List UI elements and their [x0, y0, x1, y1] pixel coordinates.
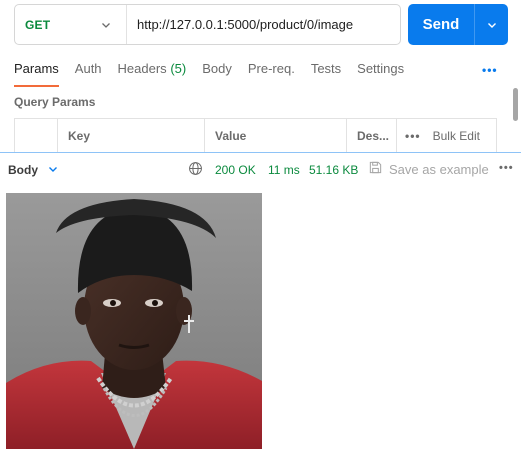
response-time[interactable]: 11 ms [268, 163, 300, 177]
chevron-down-icon[interactable] [47, 163, 59, 175]
value-column-header: Value [205, 119, 347, 152]
bulk-edit-header: ••• Bulk Edit [397, 119, 496, 152]
request-tabs: Params Auth Headers (5) Body Pre-req. Te… [14, 54, 420, 87]
response-image [6, 193, 262, 449]
key-column-header: Key [58, 119, 205, 152]
tab-label: Pre-req. [247, 61, 295, 76]
column-options-button[interactable]: ••• [405, 129, 421, 143]
response-body-select[interactable]: Body [8, 163, 38, 177]
tab-tests[interactable]: Tests [311, 54, 341, 87]
globe-icon[interactable] [188, 161, 203, 176]
tab-settings[interactable]: Settings [357, 54, 404, 87]
select-all-column [15, 119, 58, 152]
bulk-edit-button[interactable]: Bulk Edit [433, 129, 480, 143]
chevron-down-icon [100, 19, 112, 31]
send-button[interactable]: Send [408, 4, 475, 45]
tab-label: Body [202, 61, 232, 76]
send-options-button[interactable] [475, 4, 508, 45]
save-as-example-button[interactable]: Save as example [389, 162, 489, 177]
save-icon [368, 160, 383, 175]
response-more-button[interactable]: ••• [499, 162, 514, 174]
tab-label: Settings [357, 61, 405, 76]
tab-label: Headers [117, 61, 167, 76]
response-bar: Body 200 OK 11 ms 51.16 KB Save as examp… [0, 153, 521, 185]
tab-headers[interactable]: Headers (5) [118, 54, 187, 87]
tab-label: Params [14, 61, 59, 76]
status-code[interactable]: 200 OK [215, 163, 256, 177]
tab-pre-request[interactable]: Pre-req. [248, 54, 295, 87]
headers-count: (5) [170, 61, 187, 76]
method-label: GET [25, 17, 51, 32]
params-table-header: Key Value Des... ••• Bulk Edit [14, 118, 497, 152]
more-tabs-button[interactable]: ••• [482, 63, 498, 77]
chevron-down-icon [486, 19, 498, 31]
tab-body[interactable]: Body [202, 54, 232, 87]
tab-params[interactable]: Params [14, 54, 59, 87]
query-params-title: Query Params [14, 95, 96, 109]
send-group: Send [408, 4, 508, 45]
request-bar: GET [14, 4, 401, 45]
tab-label: Tests [310, 61, 342, 76]
response-size[interactable]: 51.16 KB [309, 163, 358, 177]
tab-label: Auth [74, 61, 102, 76]
url-input[interactable] [127, 5, 400, 44]
method-select[interactable]: GET [15, 5, 127, 44]
scrollbar-thumb[interactable] [513, 88, 518, 121]
tab-auth[interactable]: Auth [75, 54, 102, 87]
description-column-header: Des... [347, 119, 397, 152]
